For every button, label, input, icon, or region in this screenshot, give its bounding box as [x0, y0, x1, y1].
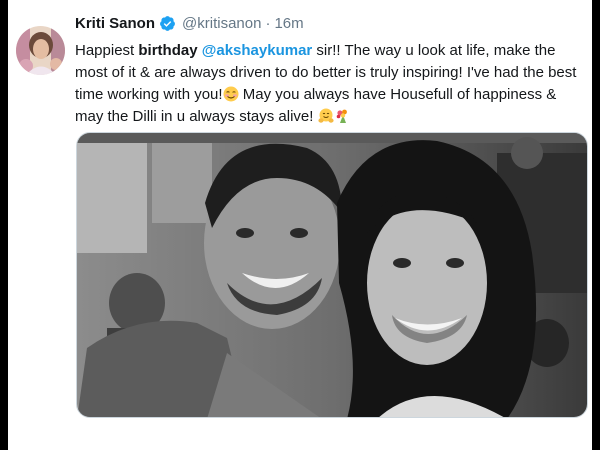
- hugging-face-emoji-icon: [317, 108, 334, 124]
- bouquet-emoji-icon: [334, 108, 350, 124]
- tweet-card[interactable]: Kriti Sanon @kritisanon · 16m Happiest b…: [8, 0, 592, 450]
- tweet-text: Happiest birthday @akshaykumar sir!! The…: [75, 40, 587, 128]
- smiling-face-emoji-icon: [223, 86, 239, 102]
- tweet-text-segment: Happiest: [75, 42, 139, 59]
- tweet-timestamp[interactable]: 16m: [274, 15, 303, 32]
- tweet-header: Kriti Sanon @kritisanon · 16m: [75, 13, 304, 33]
- author-handle[interactable]: @kritisanon: [182, 15, 261, 32]
- mention-link[interactable]: @akshaykumar: [202, 42, 313, 59]
- tweet-photo[interactable]: [76, 132, 588, 418]
- verified-badge-icon: [159, 15, 176, 32]
- author-name[interactable]: Kriti Sanon: [75, 15, 155, 32]
- tweet-text-bold: birthday: [138, 42, 198, 59]
- avatar[interactable]: [16, 26, 65, 75]
- separator-dot: ·: [265, 14, 271, 32]
